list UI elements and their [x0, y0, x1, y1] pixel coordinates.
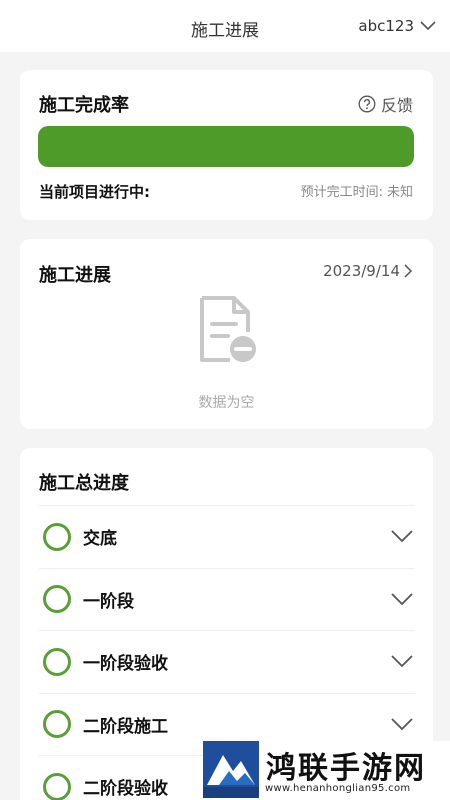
stage-status-circle-icon [43, 647, 71, 676]
progress-date: 2023/9/14 [323, 262, 400, 280]
chevron-down-icon [420, 21, 436, 31]
help-circle-icon [358, 95, 376, 113]
stage-label: 一阶段验收 [83, 654, 168, 675]
date-selector[interactable]: 2023/9/14 [323, 262, 413, 280]
top-bar: 施工进展 abc123 [0, 0, 450, 52]
stage-item[interactable]: 一阶段验收 [39, 630, 415, 693]
completion-card: 施工完成率 反馈 当前项目进行中: 预计完工时间: 未知 [20, 70, 433, 220]
chevron-right-icon [404, 264, 413, 278]
stage-status-circle-icon [43, 585, 71, 614]
empty-document-icon [200, 296, 256, 362]
stage-item[interactable]: 交底 [39, 505, 415, 568]
eta-label: 预计完工时间: [300, 185, 383, 200]
project-status: 当前项目进行中: [39, 183, 150, 201]
chevron-down-icon [391, 530, 413, 543]
progress-title: 施工进展 [39, 265, 111, 286]
stage-label: 交底 [83, 529, 117, 550]
stage-label: 一阶段 [83, 591, 134, 612]
stage-status-circle-icon [43, 772, 71, 800]
completion-title: 施工完成率 [39, 95, 129, 116]
chevron-down-icon [391, 655, 413, 668]
stages-title: 施工总进度 [39, 473, 129, 494]
stage-label: 二阶段施工 [83, 716, 168, 737]
watermark-logo-icon [203, 741, 259, 798]
stage-status-circle-icon [43, 710, 71, 739]
completion-progress-fill [38, 126, 414, 167]
eta-value: 未知 [386, 185, 413, 200]
account-switcher[interactable]: abc123 [358, 17, 436, 35]
chevron-down-icon [391, 717, 413, 730]
feedback-label: 反馈 [380, 96, 413, 115]
chevron-down-icon [391, 592, 413, 605]
stage-label: 二阶段验收 [83, 779, 168, 800]
progress-card: 施工进展 2023/9/14 数据为空 [20, 239, 433, 429]
stage-item[interactable]: 一阶段 [39, 567, 415, 631]
empty-state-text: 数据为空 [198, 395, 255, 411]
stage-status-circle-icon [43, 522, 71, 551]
watermark-name: 鸿联手游网 [266, 751, 426, 786]
eta: 预计完工时间: 未知 [301, 181, 413, 200]
watermark: 鸿联手游网 www.henanhonglian95.com [203, 741, 450, 800]
feedback-button[interactable]: 反馈 [358, 92, 413, 116]
watermark-url: www.henanhonglian95.com [265, 783, 411, 794]
account-name: abc123 [358, 17, 414, 35]
completion-progress-bar [38, 126, 414, 167]
